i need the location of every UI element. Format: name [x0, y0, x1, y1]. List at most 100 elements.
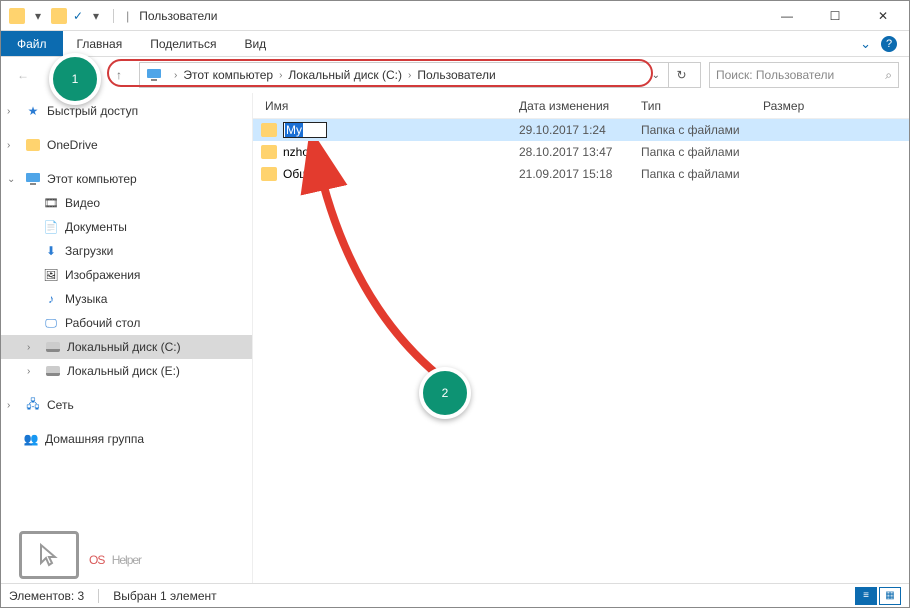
annotation-marker-1: 1: [49, 53, 101, 105]
watermark: OS Helper: [19, 531, 141, 579]
ribbon-tabs: Файл Главная Поделиться Вид ⌄ ?: [1, 31, 909, 57]
sidebar-item-label: Изображения: [65, 268, 140, 282]
status-count: Элементов: 3: [9, 589, 84, 603]
file-list: Имя Дата изменения Тип Размер My 29.10.2…: [253, 93, 909, 583]
file-date: 29.10.2017 1:24: [519, 123, 641, 137]
status-selected: Выбран 1 элемент: [113, 589, 216, 603]
folder-icon: [9, 8, 25, 24]
rename-input[interactable]: My: [283, 122, 327, 138]
sidebar-item-desktop[interactable]: 🖵Рабочий стол: [1, 311, 252, 335]
folder-icon: [261, 123, 277, 137]
breadcrumb[interactable]: › Этот компьютер › Локальный диск (C:) ›…: [139, 62, 701, 88]
chevron-right-icon[interactable]: ›: [279, 70, 282, 81]
homegroup-icon: 👥: [23, 431, 39, 447]
sidebar-item-images[interactable]: 🖼Изображения: [1, 263, 252, 287]
folder-icon: [261, 167, 277, 181]
nav-back-button[interactable]: ←: [11, 63, 35, 87]
qa-dropdown-icon[interactable]: ▾: [31, 9, 45, 23]
search-input[interactable]: [716, 68, 885, 82]
file-type: Папка с файлами: [641, 123, 763, 137]
sidebar-item-label: Домашняя группа: [45, 432, 144, 446]
tab-view[interactable]: Вид: [230, 31, 280, 56]
sidebar-item-label: Локальный диск (C:): [67, 340, 181, 354]
crumb-diskc[interactable]: Локальный диск (C:): [288, 68, 402, 82]
help-icon[interactable]: ?: [881, 36, 897, 52]
sidebar-item-pc[interactable]: ⌄Этот компьютер: [1, 167, 252, 191]
qa-overflow-icon[interactable]: ▾: [89, 9, 103, 23]
sidebar-item-label: Музыка: [65, 292, 107, 306]
column-header-size[interactable]: Размер: [763, 99, 843, 113]
sidebar-item-quick-access[interactable]: ›★Быстрый доступ: [1, 99, 252, 123]
sidebar-item-label: OneDrive: [47, 138, 98, 152]
star-icon: ★: [25, 103, 41, 119]
sidebar-item-label: Документы: [65, 220, 127, 234]
file-date: 28.10.2017 13:47: [519, 145, 641, 159]
file-name: Общие: [283, 167, 322, 181]
search-icon: ⌕: [885, 68, 892, 83]
folder-icon: [51, 8, 67, 24]
navigation-bar: ← → ▾ ↑ › Этот компьютер › Локальный дис…: [1, 57, 909, 93]
minimize-button[interactable]: —: [775, 9, 799, 23]
column-header-date[interactable]: Дата изменения: [519, 99, 641, 113]
file-row[interactable]: Общие 21.09.2017 15:18 Папка с файлами: [253, 163, 909, 185]
chevron-right-icon[interactable]: ›: [174, 70, 177, 81]
tab-share[interactable]: Поделиться: [136, 31, 230, 56]
sidebar-item-diske[interactable]: ›Локальный диск (E:): [1, 359, 252, 383]
view-details-button[interactable]: ≡: [855, 587, 877, 605]
sidebar-item-homegroup[interactable]: 👥 Домашняя группа: [1, 427, 252, 451]
sidebar-item-documents[interactable]: 📄Документы: [1, 215, 252, 239]
pc-icon: [146, 68, 162, 82]
sidebar-item-onedrive[interactable]: ›OneDrive: [1, 133, 252, 157]
sidebar: ›★Быстрый доступ ›OneDrive ⌄Этот компьют…: [1, 93, 253, 583]
tab-file[interactable]: Файл: [1, 31, 63, 56]
file-row[interactable]: nzho 28.10.2017 13:47 Папка с файлами: [253, 141, 909, 163]
view-icons-button[interactable]: ▦: [879, 587, 901, 605]
nav-up-button[interactable]: ↑: [107, 63, 131, 87]
search-box[interactable]: ⌕: [709, 62, 899, 88]
breadcrumb-dropdown-icon[interactable]: ⌄: [652, 70, 660, 81]
sidebar-item-label: Этот компьютер: [47, 172, 137, 186]
desktop-icon: 🖵: [43, 315, 59, 331]
column-headers: Имя Дата изменения Тип Размер: [253, 93, 909, 119]
crumb-pc[interactable]: Этот компьютер: [183, 68, 273, 82]
ribbon-collapse-icon[interactable]: ⌄: [860, 36, 871, 52]
window-title: Пользователи: [139, 9, 217, 23]
watermark-os: OS: [89, 553, 104, 567]
column-header-type[interactable]: Тип: [641, 99, 763, 113]
download-icon: ⬇: [43, 243, 59, 259]
sidebar-item-label: Быстрый доступ: [47, 104, 138, 118]
sidebar-item-network[interactable]: ›🖧Сеть: [1, 393, 252, 417]
chevron-right-icon[interactable]: ›: [408, 70, 411, 81]
column-header-name[interactable]: Имя: [261, 99, 519, 113]
annotation-marker-2: 2: [419, 367, 471, 419]
titlebar: ▾ ✓ ▾ | Пользователи — ☐ ✕: [1, 1, 909, 31]
sidebar-item-label: Локальный диск (E:): [67, 364, 180, 378]
sidebar-item-music[interactable]: ♪ Музыка: [1, 287, 252, 311]
cursor-icon: [19, 531, 79, 579]
file-date: 21.09.2017 15:18: [519, 167, 641, 181]
statusbar: Элементов: 3 Выбран 1 элемент ≡ ▦: [1, 583, 909, 607]
disk-icon: [45, 363, 61, 379]
crumb-users[interactable]: Пользователи: [417, 68, 495, 82]
sidebar-item-diskc[interactable]: ›Локальный диск (C:): [1, 335, 252, 359]
sidebar-item-label: Видео: [65, 196, 100, 210]
sidebar-item-label: Сеть: [47, 398, 74, 412]
refresh-button[interactable]: ↻: [668, 63, 694, 87]
separator-icon: |: [126, 9, 129, 23]
watermark-helper: Helper: [112, 553, 141, 567]
file-type: Папка с файлами: [641, 145, 763, 159]
maximize-button[interactable]: ☐: [823, 9, 847, 23]
pc-icon: [25, 171, 41, 187]
sidebar-item-label: Загрузки: [65, 244, 113, 258]
close-button[interactable]: ✕: [871, 9, 895, 23]
video-icon: 🎞: [43, 195, 59, 211]
sidebar-item-videos[interactable]: 🎞 Видео: [1, 191, 252, 215]
network-icon: 🖧: [25, 397, 41, 413]
file-row[interactable]: My 29.10.2017 1:24 Папка с файлами: [253, 119, 909, 141]
music-icon: ♪: [43, 291, 59, 307]
onedrive-icon: [25, 137, 41, 153]
folder-icon: [261, 145, 277, 159]
sidebar-item-downloads[interactable]: ⬇ Загрузки: [1, 239, 252, 263]
qa-checkbox-icon[interactable]: ✓: [73, 9, 83, 23]
file-name: nzho: [283, 145, 309, 159]
